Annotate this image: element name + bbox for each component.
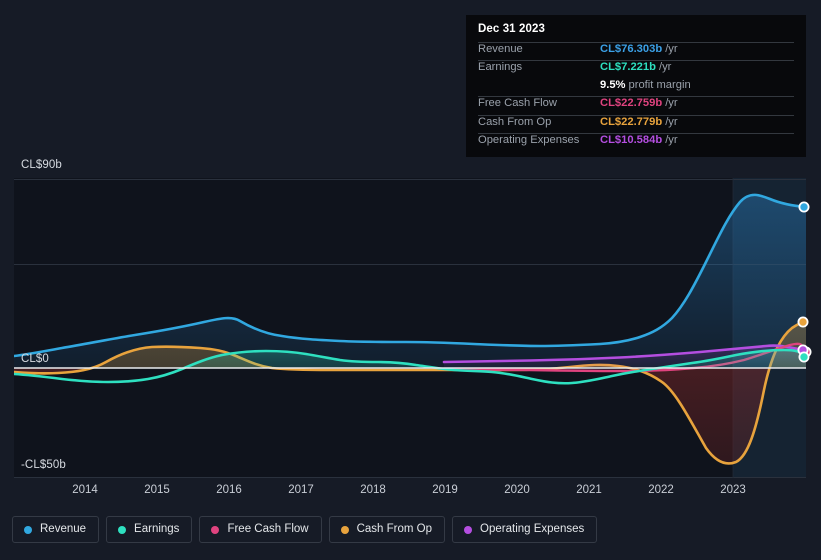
data-tooltip: Dec 31 2023 Revenue CL$76.303b/yr Earnings…: [466, 15, 806, 158]
tooltip-row: Revenue CL$76.303b/yr: [478, 42, 794, 60]
tooltip-row: Free Cash Flow CL$22.759b/yr: [478, 96, 794, 114]
marker-cash-from-op: [797, 316, 809, 328]
x-axis: 2014 2015 2016 2017 2018 2019 2020 2021 2022 2023: [0, 484, 821, 500]
tooltip-row-label: Free Cash Flow: [478, 97, 557, 110]
x-axis-tick-2016: 2016: [216, 484, 242, 496]
legend-label: Operating Expenses: [480, 523, 585, 535]
marker-revenue: [798, 201, 810, 213]
legend-label: Earnings: [134, 523, 180, 535]
tooltip-date: Dec 31 2023: [478, 23, 545, 35]
tooltip-row-label: Earnings: [478, 61, 523, 74]
tooltip-row-unit: /yr: [665, 115, 678, 128]
tooltip-row-unit: /yr: [658, 61, 672, 74]
legend-label: Cash From Op: [356, 523, 433, 535]
tooltip-row-value: 9.5%: [600, 78, 626, 91]
tooltip-row: Earnings CL$7.221b/yr: [478, 60, 794, 78]
legend-item-revenue[interactable]: Revenue: [12, 516, 100, 543]
legend-item-earnings[interactable]: Earnings: [106, 516, 193, 543]
chart-legend[interactable]: Revenue Earnings Free Cash Flow Cash From O…: [12, 516, 598, 543]
y-axis-label-top: CL$90b: [21, 159, 62, 171]
legend-label: Free Cash Flow: [227, 523, 309, 535]
tooltip-row-unit: profit margin: [628, 78, 691, 91]
legend-color-dot: [24, 525, 32, 534]
marker-earnings: [798, 351, 810, 363]
legend-item-free-cash-flow[interactable]: Free Cash Flow: [199, 516, 322, 543]
legend-color-dot: [340, 525, 349, 534]
x-axis-tick-2014: 2014: [72, 484, 98, 496]
tooltip-rows: Revenue CL$76.303b/yr Earnings CL$7.221b/yr…: [478, 42, 794, 151]
tooltip-row-unit: /yr: [665, 43, 678, 55]
x-axis-tick-2022: 2022: [648, 484, 674, 496]
x-axis-tick-2023: 2023: [720, 484, 746, 496]
tooltip-row-value: CL$10.584b: [600, 133, 663, 146]
tooltip-row: 9.5% profit margin: [478, 79, 794, 96]
legend-item-cash-from-op[interactable]: Cash From Op: [328, 516, 446, 543]
legend-item-operating-expenses[interactable]: Operating Expenses: [452, 516, 598, 543]
y-axis-label-bottom: -CL$50b: [21, 459, 66, 471]
legend-color-dot: [118, 525, 127, 534]
tooltip-row-value: CL$22.759b: [600, 97, 663, 110]
tooltip-row-label: Cash From Op: [478, 115, 552, 128]
tooltip-row: Cash From Op CL$22.779b/yr: [478, 114, 794, 133]
y-axis-label-zero: CL$0: [21, 353, 49, 365]
financial-chart-widget: CL$90b CL$0 -CL$50b 2014 2015 2016 2017 2018…: [0, 0, 821, 560]
tooltip-row-label: Revenue: [478, 43, 523, 55]
x-axis-tick-2019: 2019: [432, 484, 458, 496]
tooltip-row-unit: /yr: [665, 133, 678, 146]
x-axis-tick-2015: 2015: [144, 484, 170, 496]
tooltip-row-value: CL$22.779b: [600, 115, 663, 128]
legend-color-dot: [211, 525, 220, 534]
tooltip-row: Operating Expenses CL$10.584b/yr: [478, 132, 794, 151]
tooltip-row-value: CL$7.221b: [600, 61, 656, 74]
tooltip-row-value: CL$76.303b: [600, 43, 663, 55]
legend-color-dot: [464, 525, 473, 534]
legend-label: Revenue: [40, 523, 87, 535]
x-axis-tick-2017: 2017: [288, 484, 314, 496]
x-axis-tick-2020: 2020: [504, 484, 530, 496]
tooltip-row-unit: /yr: [665, 97, 678, 110]
x-axis-tick-2018: 2018: [360, 484, 386, 496]
x-axis-tick-2021: 2021: [576, 484, 602, 496]
tooltip-row-label: Operating Expenses: [478, 133, 580, 146]
